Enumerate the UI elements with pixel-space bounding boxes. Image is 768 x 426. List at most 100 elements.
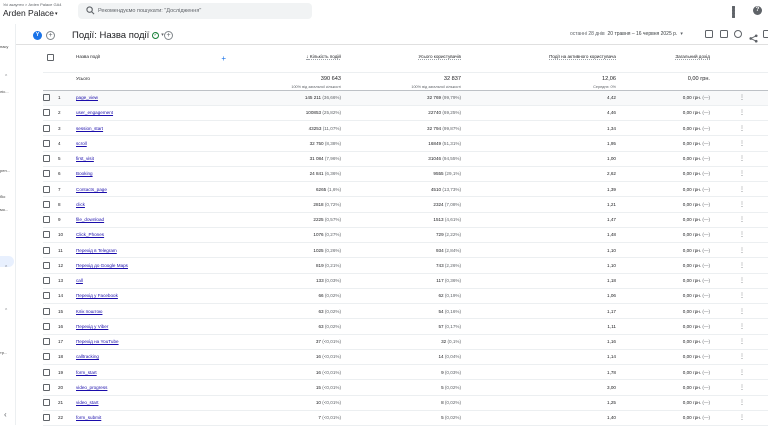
table-row[interactable]: 3 session_start 43253 (11,07%) 32 794 (99,8… bbox=[43, 120, 768, 137]
row-checkbox[interactable] bbox=[43, 170, 50, 178]
event-name-link[interactable]: video_progress bbox=[76, 385, 107, 390]
event-name-link[interactable]: video_start bbox=[76, 400, 98, 405]
property-selector[interactable]: Arden Palace▾ bbox=[3, 8, 58, 18]
row-checkbox[interactable] bbox=[43, 185, 50, 193]
nav-label[interactable]: тр... bbox=[0, 350, 7, 355]
table-row[interactable]: 15 Клік поштою 63 (0,02%) 54 (0,16%) 1,17 0,0… bbox=[43, 303, 768, 320]
row-checkbox[interactable] bbox=[43, 94, 50, 102]
more-vert-icon[interactable]: ⋮ bbox=[716, 257, 768, 274]
col-event-name[interactable]: Назва події + bbox=[76, 46, 232, 73]
table-row[interactable]: 18 calltracking 16 (<0,01%) 14 (0,04%) 1,14 0… bbox=[43, 349, 768, 366]
add-filter-button[interactable]: + bbox=[164, 31, 173, 40]
breadcrumb[interactable]: Усі акаунти > Arden Palace GA4 bbox=[3, 2, 61, 7]
table-row[interactable]: 10 Click_Phones 1076 (0,27%) 729 (2,22%) 1,4… bbox=[43, 227, 768, 244]
event-name-link[interactable]: call bbox=[76, 278, 83, 283]
insights-icon[interactable] bbox=[763, 30, 768, 38]
col-total-revenue[interactable]: Загальний дохід bbox=[622, 46, 716, 73]
compare-icon[interactable] bbox=[734, 30, 742, 38]
event-name-link[interactable]: form_start bbox=[76, 370, 97, 375]
table-row[interactable]: 14 Перехід у Facebook 66 (0,02%) 62 (0,19%)… bbox=[43, 288, 768, 305]
chevron-up-icon[interactable]: ⌃ bbox=[4, 74, 8, 80]
row-checkbox[interactable] bbox=[43, 155, 50, 163]
event-name-link[interactable]: first_visit bbox=[76, 156, 94, 161]
row-checkbox[interactable] bbox=[43, 139, 50, 147]
row-checkbox[interactable] bbox=[43, 124, 50, 132]
nav-label[interactable]: біо bbox=[0, 194, 5, 199]
event-name-link[interactable]: scroll bbox=[76, 141, 87, 146]
event-name-link[interactable]: session_start bbox=[76, 126, 103, 131]
more-vert-icon[interactable]: ⋮ bbox=[716, 196, 768, 213]
event-name-link[interactable]: Перехід у Viber bbox=[76, 324, 108, 329]
more-vert-icon[interactable]: ⋮ bbox=[716, 166, 768, 183]
table-row[interactable]: 2 user_engagement 100853 (25,82%) 22740 (69… bbox=[43, 105, 768, 122]
collapse-nav-icon[interactable]: ‹ bbox=[4, 410, 7, 419]
row-checkbox[interactable] bbox=[43, 292, 50, 300]
row-checkbox[interactable] bbox=[43, 109, 50, 117]
more-vert-icon[interactable]: ⋮ bbox=[716, 273, 768, 289]
avatar[interactable]: Y bbox=[33, 31, 42, 40]
more-vert-icon[interactable]: ⋮ bbox=[716, 151, 768, 167]
event-name-link[interactable]: calltracking bbox=[76, 354, 99, 359]
more-vert-icon[interactable]: ⋮ bbox=[716, 395, 768, 411]
table-row[interactable]: 16 Перехід у Viber 63 (0,02%) 57 (0,17%) 1,1… bbox=[43, 318, 768, 335]
event-name-link[interactable]: user_engagement bbox=[76, 110, 113, 115]
event-name-link[interactable]: Перехід до Google Maps bbox=[76, 263, 128, 268]
help-icon[interactable]: ? bbox=[753, 6, 762, 15]
more-vert-icon[interactable]: ⋮ bbox=[716, 349, 768, 366]
col-events-per-user[interactable]: Події на активного користувача bbox=[467, 46, 622, 73]
table-row[interactable]: 11 Перехід в Telegram 1025 (0,26%) 934 (2,8… bbox=[43, 242, 768, 259]
event-name-link[interactable]: page_view bbox=[76, 95, 98, 100]
event-name-link[interactable]: Перехід у Facebook bbox=[76, 293, 118, 298]
row-checkbox[interactable] bbox=[43, 368, 50, 376]
nav-label[interactable]: мо... bbox=[0, 207, 8, 212]
table-row[interactable]: 21 video_start 10 (<0,01%) 8 (0,02%) 1,25 0,0… bbox=[43, 395, 768, 411]
row-checkbox[interactable] bbox=[43, 322, 50, 330]
col-event-count[interactable]: ↓ Кількість подій bbox=[232, 46, 347, 73]
table-row[interactable]: 8 click 2818 (0,72%) 2324 (7,08%) 1,21 0,00 г… bbox=[43, 196, 768, 213]
table-row[interactable]: 12 Перехід до Google Maps 819 (0,21%) 743 (… bbox=[43, 257, 768, 274]
event-name-link[interactable]: Booking bbox=[76, 171, 93, 176]
more-vert-icon[interactable]: ⋮ bbox=[716, 410, 768, 426]
more-vert-icon[interactable]: ⋮ bbox=[716, 212, 768, 228]
event-name-link[interactable]: Клік поштою bbox=[76, 309, 102, 314]
nav-label[interactable]: ліс... bbox=[0, 89, 9, 94]
event-name-link[interactable]: Click_Phones bbox=[76, 232, 104, 237]
event-name-link[interactable]: file_download bbox=[76, 217, 104, 222]
table-row[interactable]: 5 first_visit 31 084 (7,96%) 31046 (94,55%)… bbox=[43, 151, 768, 167]
more-vert-icon[interactable]: ⋮ bbox=[716, 227, 768, 244]
more-vert-icon[interactable]: ⋮ bbox=[716, 120, 768, 137]
more-vert-icon[interactable]: ⋮ bbox=[716, 303, 768, 320]
search-bar[interactable]: Рекомендуємо пошукати: "Дослідження" bbox=[78, 3, 312, 19]
event-name-link[interactable]: Перехід в Telegram bbox=[76, 248, 117, 253]
select-all-checkbox[interactable] bbox=[47, 54, 54, 61]
table-row[interactable]: 4 scroll 32 750 (8,38%) 16849 (51,31%) 1,95 0… bbox=[43, 135, 768, 152]
table-row[interactable]: 20 video_progress 15 (<0,01%) 5 (0,02%) 3,00… bbox=[43, 379, 768, 396]
comment-icon[interactable] bbox=[719, 30, 728, 38]
date-range-picker[interactable]: останні 28 днів 20 травня – 16 червня 20… bbox=[570, 31, 683, 37]
more-vert-icon[interactable]: ⋮ bbox=[716, 181, 768, 198]
chevron-up-icon[interactable]: ⌃ bbox=[4, 308, 8, 314]
more-vert-icon[interactable]: ⋮ bbox=[716, 242, 768, 259]
table-row[interactable]: 22 form_submit 7 (<0,01%) 5 (0,02%) 1,40 0,00… bbox=[43, 410, 768, 426]
table-row[interactable]: 9 file_download 2225 (0,57%) 1513 (4,61%) 1,… bbox=[43, 212, 768, 228]
more-vert-icon[interactable]: ⋮ bbox=[716, 105, 768, 122]
event-name-link[interactable]: Перехід на YouTube bbox=[76, 339, 119, 344]
row-checkbox[interactable] bbox=[43, 414, 50, 422]
apps-grid-icon[interactable] bbox=[732, 6, 741, 18]
row-checkbox[interactable] bbox=[43, 231, 50, 239]
row-checkbox[interactable] bbox=[43, 246, 50, 254]
chevron-up-icon[interactable]: ⌃ bbox=[4, 265, 8, 271]
row-checkbox[interactable] bbox=[43, 307, 50, 315]
customize-report-icon[interactable] bbox=[705, 30, 713, 38]
row-checkbox[interactable] bbox=[43, 399, 50, 407]
row-checkbox[interactable] bbox=[43, 261, 50, 269]
event-name-link[interactable]: form_submit bbox=[76, 415, 101, 420]
share-icon[interactable] bbox=[748, 30, 758, 43]
add-dimension-icon[interactable]: + bbox=[221, 54, 226, 63]
more-vert-icon[interactable]: ⋮ bbox=[716, 379, 768, 396]
table-row[interactable]: 6 Booking 24 841 (6,36%) 9555 (29,1%) 2,62 0,… bbox=[43, 166, 768, 183]
nav-label[interactable]: насу bbox=[0, 44, 8, 49]
more-vert-icon[interactable]: ⋮ bbox=[716, 90, 768, 106]
add-comparison-button[interactable]: + bbox=[46, 31, 55, 40]
table-row[interactable]: 7 Contacts_page 6265 (1,6%) 4510 (13,73%) 1,… bbox=[43, 181, 768, 198]
